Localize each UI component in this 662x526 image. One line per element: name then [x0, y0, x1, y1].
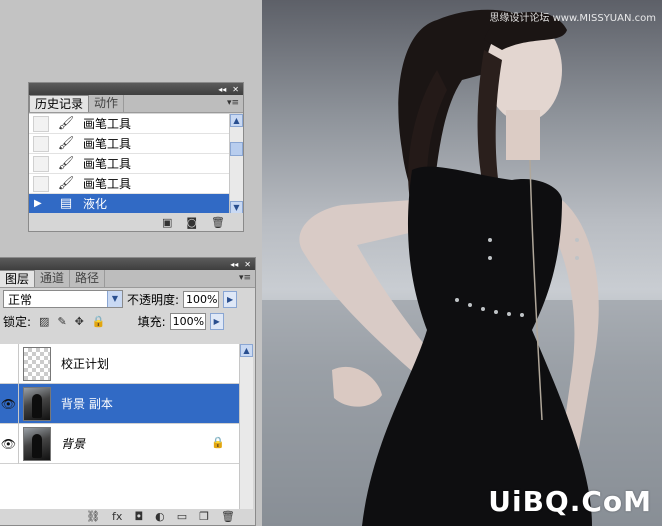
- trash-icon[interactable]: 🗑: [211, 216, 225, 229]
- layer-row-selected[interactable]: 👁 背景 副本: [0, 383, 239, 424]
- blend-opacity-row: 正常 ▼ 不透明度: 100% ▶: [0, 288, 255, 310]
- brush-icon: 🖌: [57, 156, 75, 171]
- fill-input[interactable]: 100%: [169, 312, 206, 330]
- fill-slider-arrow-icon[interactable]: ▶: [209, 312, 224, 330]
- layer-name: 背景 副本: [61, 397, 113, 411]
- tab-history[interactable]: 历史记录: [29, 95, 90, 112]
- history-tabs: 历史记录 动作 ▾≡: [29, 95, 243, 113]
- trash-icon[interactable]: 🗑: [221, 510, 235, 523]
- snapshot-icon[interactable]: ◙: [186, 216, 197, 229]
- history-snapshot-checkbox[interactable]: [33, 135, 49, 152]
- scroll-up-icon[interactable]: ▲: [240, 344, 253, 357]
- brush-icon: 🖌: [57, 116, 75, 131]
- history-item-label: 画笔工具: [83, 117, 132, 131]
- link-icon[interactable]: ⛓: [86, 510, 100, 523]
- collapse-icon[interactable]: ◂◂: [230, 260, 238, 269]
- tab-channels[interactable]: 通道: [35, 270, 71, 287]
- history-snapshot-checkbox[interactable]: [33, 155, 49, 172]
- history-item-label: 画笔工具: [83, 157, 132, 171]
- history-snapshot-checkbox[interactable]: [33, 115, 49, 132]
- layer-thumbnail: [23, 346, 51, 381]
- layer-thumbnail: [23, 426, 51, 461]
- blend-mode-value: 正常: [8, 292, 33, 307]
- watermark-top: 思缘设计论坛 www.MISSYUAN.com: [489, 13, 656, 24]
- layer-row[interactable]: 校正计划: [0, 343, 239, 384]
- panel-titlebar: ◂◂ ✕: [29, 83, 243, 95]
- opacity-slider-arrow-icon[interactable]: ▶: [223, 290, 238, 308]
- layer-row[interactable]: 👁 背景 🔒: [0, 423, 239, 464]
- photo-illustration: [262, 9, 662, 526]
- lock-all-icon[interactable]: 🔒: [92, 315, 106, 328]
- eye-icon[interactable]: 👁: [0, 383, 19, 424]
- adjustment-icon[interactable]: ◐: [155, 510, 165, 523]
- layers-scrollbar[interactable]: ▲: [239, 344, 253, 509]
- new-document-from-state-icon[interactable]: ▣: [162, 216, 172, 229]
- history-item[interactable]: 🖌 画笔工具: [29, 174, 229, 194]
- brush-icon: 🖌: [57, 176, 75, 191]
- fx-icon[interactable]: fx: [112, 510, 122, 523]
- history-item-selected[interactable]: ▶ ▤ 液化: [29, 194, 229, 214]
- opacity-label: 不透明度:: [127, 292, 180, 307]
- history-item[interactable]: 🖌 画笔工具: [29, 134, 229, 154]
- brush-icon: 🖌: [57, 136, 75, 151]
- close-icon[interactable]: ✕: [232, 85, 239, 94]
- layer-name: 背景: [61, 437, 86, 451]
- tab-paths[interactable]: 路径: [70, 270, 106, 287]
- layers-tabs: 图层 通道 路径 ▾≡: [0, 270, 255, 288]
- layers-list: 校正计划 👁 背景 副本 👁 背景 🔒: [0, 343, 239, 509]
- history-panel: ◂◂ ✕ 历史记录 动作 ▾≡ 🖌 画笔工具 🖌 画笔工具 🖌 画笔工具 🖌 画…: [28, 82, 244, 232]
- lock-label: 锁定:: [3, 314, 32, 329]
- visibility-toggle[interactable]: [0, 343, 19, 384]
- eye-icon[interactable]: 👁: [0, 423, 19, 464]
- history-item-label: 画笔工具: [83, 137, 132, 151]
- layers-bottom-bar: ⛓ fx ◘ ◐ ▭ ❐ 🗑: [0, 507, 255, 525]
- scroll-up-icon[interactable]: ▲: [230, 114, 243, 127]
- tab-actions[interactable]: 动作: [89, 95, 125, 112]
- lock-fill-row: 锁定: ▨ ✎ ✥ 🔒 填充: 100% ▶: [0, 310, 255, 332]
- history-item-label: 液化: [83, 197, 108, 211]
- history-item[interactable]: 🖌 画笔工具: [29, 114, 229, 134]
- history-list: 🖌 画笔工具 🖌 画笔工具 🖌 画笔工具 🖌 画笔工具 ▶ ▤ 液化: [29, 114, 229, 214]
- history-scrollbar[interactable]: ▲ ▼: [229, 114, 243, 214]
- collapse-icon[interactable]: ◂◂: [218, 85, 226, 94]
- lock-icon: 🔒: [211, 436, 225, 449]
- lock-transparent-icon[interactable]: ▨: [39, 315, 49, 328]
- lock-options: ▨ ✎ ✥ 🔒: [39, 315, 106, 328]
- history-item-label: 画笔工具: [83, 177, 132, 191]
- blend-mode-select[interactable]: 正常 ▼: [3, 290, 123, 308]
- chevron-down-icon[interactable]: ▼: [107, 291, 122, 307]
- liquify-icon: ▤: [59, 196, 73, 211]
- lock-image-icon[interactable]: ✎: [57, 315, 66, 328]
- layers-panel: ◂◂ ✕ 图层 通道 路径 ▾≡ 正常 ▼ 不透明度: 100% ▶ 锁定: ▨…: [0, 257, 256, 526]
- tab-layers[interactable]: 图层: [0, 270, 36, 287]
- mask-icon[interactable]: ◘: [134, 510, 143, 523]
- watermark-logo: UiBQ.CoM: [488, 485, 652, 518]
- panel-menu-icon[interactable]: ▾≡: [239, 273, 251, 283]
- document-canvas[interactable]: 思缘设计论坛 www.MISSYUAN.com UiBQ.CoM: [262, 0, 662, 526]
- panel-menu-icon[interactable]: ▾≡: [227, 98, 239, 108]
- history-state-marker-icon: ▶: [34, 197, 42, 209]
- layer-thumbnail: [23, 386, 51, 421]
- history-bottom-bar: ▣ ◙ 🗑: [29, 213, 243, 231]
- new-layer-icon[interactable]: ❐: [199, 510, 209, 523]
- close-icon[interactable]: ✕: [244, 260, 251, 269]
- history-item[interactable]: 🖌 画笔工具: [29, 154, 229, 174]
- lock-position-icon[interactable]: ✥: [75, 315, 84, 328]
- folder-icon[interactable]: ▭: [177, 510, 187, 523]
- scroll-thumb[interactable]: [230, 142, 243, 156]
- fill-label: 填充:: [137, 314, 166, 329]
- opacity-input[interactable]: 100%: [183, 290, 220, 308]
- panel-titlebar: ◂◂ ✕: [0, 258, 255, 270]
- history-snapshot-checkbox[interactable]: [33, 175, 49, 192]
- layer-name: 校正计划: [61, 357, 110, 371]
